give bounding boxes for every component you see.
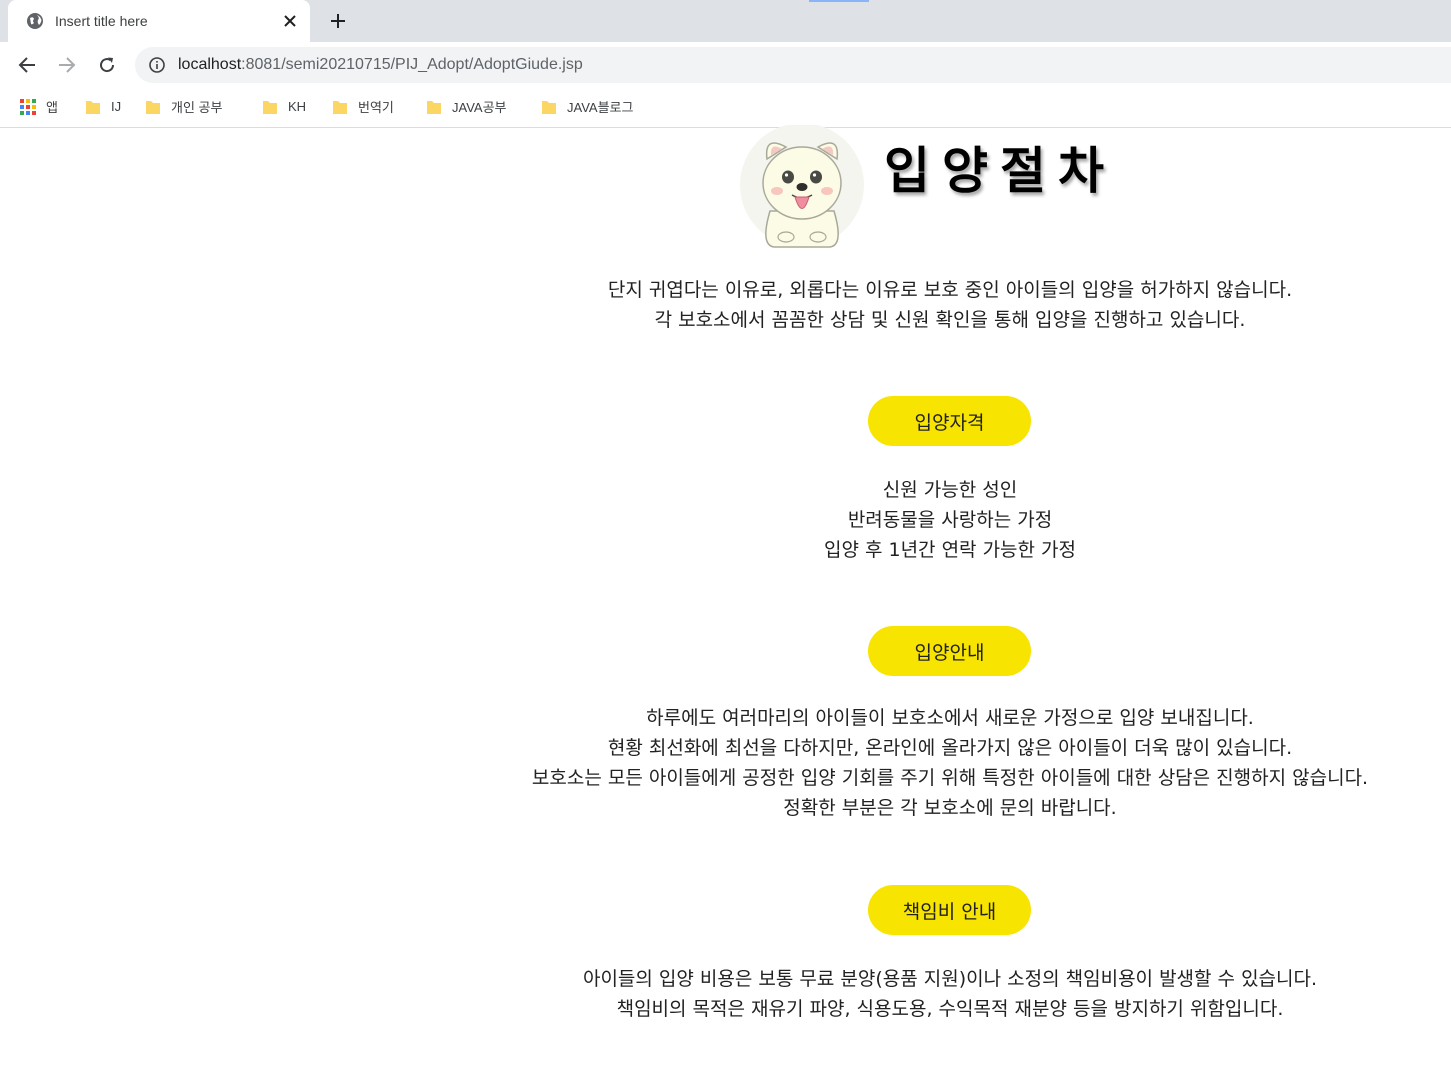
address-bar[interactable]: localhost:8081/semi20210715/PIJ_Adopt/Ad… xyxy=(135,47,1451,83)
bookmark-label: IJ xyxy=(111,98,122,114)
browser-toolbar: localhost:8081/semi20210715/PIJ_Adopt/Ad… xyxy=(0,42,1451,88)
folder-icon xyxy=(145,99,161,114)
intro-line: 각 보호소에서 꼼꼼한 상담 및 신원 확인을 통해 입양을 진행하고 있습니다… xyxy=(654,309,1246,331)
eligibility-text: 신원 가능한 성인 반려동물을 사랑하는 가정 입양 후 1년간 연락 가능한 … xyxy=(0,475,1451,565)
fee-line: 아이들의 입양 비용은 보통 무료 분양(용품 지원)이나 소정의 책임비용이 … xyxy=(582,968,1318,990)
new-tab-icon[interactable] xyxy=(326,9,350,33)
bookmark-folder-ij[interactable]: IJ xyxy=(85,96,121,116)
bookmark-folder-java-blog[interactable]: JAVA블로그 xyxy=(541,96,633,116)
url-host: localhost xyxy=(178,56,242,73)
intro-line: 단지 귀엽다는 이유로, 외롭다는 이유로 보호 중인 아이들의 입양을 허가하… xyxy=(607,279,1293,301)
page-header: 입양절차 xyxy=(734,123,1134,253)
bookmark-folder-study[interactable]: 개인 공부 xyxy=(145,96,222,116)
guide-line: 정확한 부분은 각 보호소에 문의 바랍니다. xyxy=(783,797,1117,819)
bookmark-apps[interactable]: 앱 xyxy=(20,96,58,116)
folder-icon xyxy=(426,99,442,114)
url-path: :8081/semi20210715/PIJ_Adopt/AdoptGiude.… xyxy=(241,56,583,73)
bookmark-folder-kh[interactable]: KH xyxy=(262,96,306,116)
tab-strip: Insert title here xyxy=(0,0,1451,42)
adoption-eligibility-button[interactable]: 입양자격 xyxy=(868,396,1031,446)
guide-line: 현황 최선화에 최선을 다하지만, 온라인에 올라가지 않은 아이들이 더욱 많… xyxy=(607,737,1293,759)
browser-tab[interactable]: Insert title here xyxy=(8,0,310,42)
fee-line: 책임비의 목적은 재유기 파양, 식용도용, 수익목적 재분양 등을 방지하기 … xyxy=(616,998,1284,1020)
bookmark-label: 앱 xyxy=(46,99,58,115)
bookmark-label: JAVA공부 xyxy=(452,99,507,115)
folder-icon xyxy=(85,99,101,114)
forward-arrow-icon[interactable] xyxy=(53,51,81,79)
tab-title: Insert title here xyxy=(55,13,148,29)
bookmark-folder-java-study[interactable]: JAVA공부 xyxy=(426,96,507,116)
guide-line: 하루에도 여러마리의 아이들이 보호소에서 새로운 가정으로 입양 보내집니다. xyxy=(646,707,1254,729)
intro-text: 단지 귀엽다는 이유로, 외롭다는 이유로 보호 중인 아이들의 입양을 허가하… xyxy=(0,275,1451,335)
folder-icon xyxy=(332,99,348,114)
reload-icon[interactable] xyxy=(93,51,121,79)
bookmark-folder-translator[interactable]: 번역기 xyxy=(332,96,394,116)
page-title: 입양절차 xyxy=(884,142,1116,200)
folder-icon xyxy=(541,99,557,114)
folder-icon xyxy=(262,99,278,114)
info-icon[interactable] xyxy=(149,57,165,73)
tab-strip-accent xyxy=(809,0,869,2)
bookmarks-bar: 앱 IJ 개인 공부 KH 번역기 JAVA공부 JAVA블로그 xyxy=(0,88,1451,128)
bookmark-label: 개인 공부 xyxy=(171,99,223,115)
eligibility-line: 신원 가능한 성인 xyxy=(882,479,1018,501)
eligibility-line: 입양 후 1년간 연락 가능한 가정 xyxy=(823,539,1077,561)
close-tab-icon[interactable] xyxy=(280,11,300,31)
dog-logo-image xyxy=(734,123,870,253)
globe-icon xyxy=(26,12,44,30)
fee-text: 아이들의 입양 비용은 보통 무료 분양(용품 지원)이나 소정의 책임비용이 … xyxy=(0,964,1451,1024)
guide-text: 하루에도 여러마리의 아이들이 보호소에서 새로운 가정으로 입양 보내집니다.… xyxy=(0,703,1451,823)
url-text: localhost:8081/semi20210715/PIJ_Adopt/Ad… xyxy=(178,56,583,74)
adoption-guide-button[interactable]: 입양안내 xyxy=(868,626,1031,676)
bookmark-label: KH xyxy=(288,98,307,114)
guide-line: 보호소는 모든 아이들에게 공정한 입양 기회를 주기 위해 특정한 아이들에 … xyxy=(531,767,1369,789)
bookmark-label: JAVA블로그 xyxy=(567,99,634,115)
back-arrow-icon[interactable] xyxy=(13,51,41,79)
bookmark-label: 번역기 xyxy=(358,99,394,115)
page-content: 입양절차 단지 귀엽다는 이유로, 외롭다는 이유로 보호 중인 아이들의 입양… xyxy=(0,123,1451,1065)
responsibility-fee-button[interactable]: 책임비 안내 xyxy=(868,885,1031,935)
eligibility-line: 반려동물을 사랑하는 가정 xyxy=(847,509,1053,531)
apps-icon xyxy=(20,99,36,115)
